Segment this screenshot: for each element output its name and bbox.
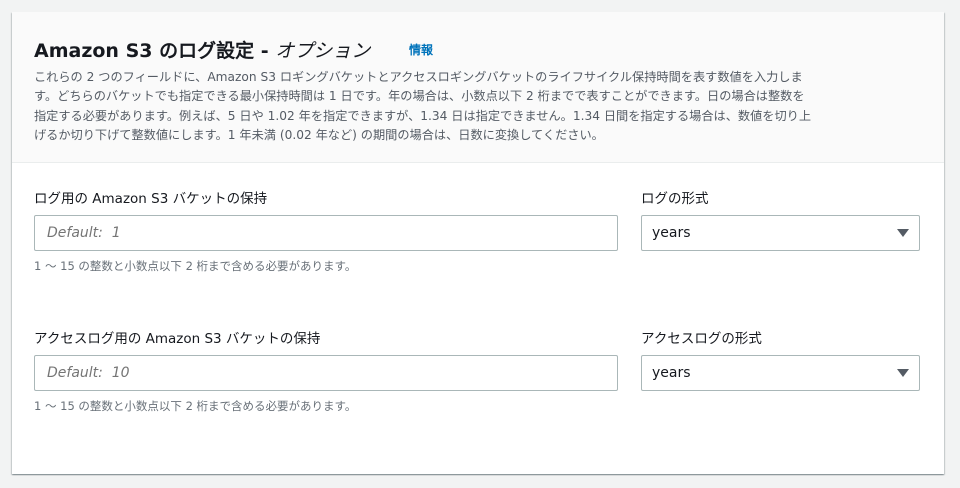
access-log-format-label: アクセスログの形式: [641, 327, 762, 347]
access-log-retention-hint: 1 〜 15 の整数と小数点以下 2 桁まで含める必要があります。: [34, 398, 356, 414]
log-format-select[interactable]: years: [641, 215, 920, 251]
access-log-format-value: years: [652, 365, 691, 381]
log-retention-input[interactable]: [34, 215, 618, 251]
description-line: げるか切り下げて整数値にします。1 年未満 (0.02 年など) の期間の場合は…: [34, 126, 811, 145]
log-retention-label: ログ用の Amazon S3 バケットの保持: [34, 187, 267, 207]
log-retention-hint: 1 〜 15 の整数と小数点以下 2 桁まで含める必要があります。: [34, 258, 356, 274]
caret-down-icon: [897, 369, 909, 377]
access-log-retention-label: アクセスログ用の Amazon S3 バケットの保持: [34, 327, 320, 347]
title-text: Amazon S3 のログ設定 -: [34, 40, 275, 62]
panel-title: Amazon S3 のログ設定 - オプション: [34, 36, 370, 63]
log-format-value: years: [652, 225, 691, 241]
panel-header: Amazon S3 のログ設定 - オプション 情報 これらの 2 つのフィール…: [12, 12, 944, 163]
caret-down-icon: [897, 229, 909, 237]
access-log-format-select[interactable]: years: [641, 355, 920, 391]
description-line: これらの 2 つのフィールドに、Amazon S3 ロギングバケットとアクセスロ…: [34, 68, 811, 87]
description-line: 指定する必要があります。例えば、5 日や 1.02 年を指定できますが、1.34…: [34, 107, 811, 126]
access-log-retention-input[interactable]: [34, 355, 618, 391]
log-format-label: ログの形式: [641, 187, 709, 207]
info-link[interactable]: 情報: [409, 41, 433, 58]
title-optional: オプション: [275, 40, 370, 62]
panel-description: これらの 2 つのフィールドに、Amazon S3 ロギングバケットとアクセスロ…: [34, 68, 811, 145]
description-line: す。どちらのバケットでも指定できる最小保持時間は 1 日です。年の場合は、小数点…: [34, 87, 811, 106]
s3-log-settings-panel: Amazon S3 のログ設定 - オプション 情報 これらの 2 つのフィール…: [12, 12, 944, 474]
